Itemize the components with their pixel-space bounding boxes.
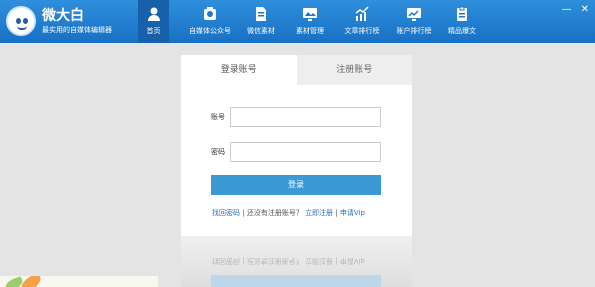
image-manage-icon (303, 8, 317, 21)
register-now-link[interactable]: 立即注册 (305, 209, 333, 217)
app-slogan: 最实用的自媒体编辑器 (42, 25, 112, 34)
mascot-logo-icon (6, 6, 36, 36)
trend-chart-icon (355, 6, 369, 21)
nav-item-material-manage[interactable]: 素材管理 (292, 0, 328, 43)
nav-item-home[interactable]: 首页 (138, 0, 169, 43)
nav-item-article-ranking[interactable]: 文章排行榜 (340, 0, 384, 43)
nav-item-account-ranking[interactable]: 账户排行榜 (392, 0, 436, 43)
login-links: 找回密码 | 还没有注册账号？ 立即注册 | 申请Vip (212, 208, 365, 218)
reflection-button (211, 275, 381, 287)
tab-login[interactable]: 登录账号 (181, 55, 297, 85)
wechat-account-icon (204, 7, 216, 20)
nav-item-label: 文章排行榜 (344, 27, 380, 35)
nav-item-label: 素材管理 (296, 27, 324, 35)
nav-item-label: 微信素材 (247, 27, 275, 35)
login-panel: 登录账号 注册账号 账号 密码 登录 找回密码 | 还没有注册账号？ 立即注册 … (181, 55, 412, 236)
no-account-text: 还没有注册账号？ (246, 209, 303, 217)
nav-item-label: 精品爆文 (448, 27, 476, 35)
login-button[interactable]: 登录 (211, 175, 381, 195)
apply-vip-link[interactable]: 申请Vip (340, 209, 365, 217)
app-name: 微大白 (42, 7, 84, 24)
decorative-leaf-image (0, 276, 158, 287)
separator: | (335, 209, 338, 217)
forgot-password-link[interactable]: 找回密码 (212, 209, 240, 217)
nav-item-wechat-accounts[interactable]: 自媒体公众号 (184, 0, 236, 43)
top-navigation-bar: 微大白 最实用的自媒体编辑器 首页 自媒体公众号 微信素材 素材管理 文章排行榜 (0, 0, 595, 43)
document-icon (256, 7, 266, 21)
nav-item-label: 账户排行榜 (396, 27, 432, 35)
nav-item-label: 自媒体公众号 (189, 27, 231, 35)
minimize-button[interactable]: — (562, 4, 572, 15)
account-label: 账号 (211, 113, 225, 121)
brand: 微大白 最实用的自媒体编辑器 (6, 4, 112, 38)
nav-item-hot-articles[interactable]: 精品爆文 (444, 0, 480, 43)
clipboard-icon (457, 6, 467, 21)
account-input[interactable] (230, 107, 381, 127)
close-button[interactable]: ✕ (581, 4, 589, 15)
monitor-chart-icon (407, 8, 421, 21)
password-input[interactable] (230, 142, 381, 162)
home-icon (147, 7, 160, 21)
separator: | (242, 209, 245, 217)
password-label: 密码 (211, 148, 225, 156)
reflection-text: 找回密码 | 还没有注册账号？ 立即注册 | 申请Vip (212, 257, 365, 265)
tab-register[interactable]: 注册账号 (296, 55, 412, 85)
nav-item-wechat-material[interactable]: 微信素材 (243, 0, 279, 43)
panel-reflection: 找回密码 | 还没有注册账号？ 立即注册 | 申请Vip (181, 236, 412, 287)
nav-item-label: 首页 (146, 27, 161, 35)
